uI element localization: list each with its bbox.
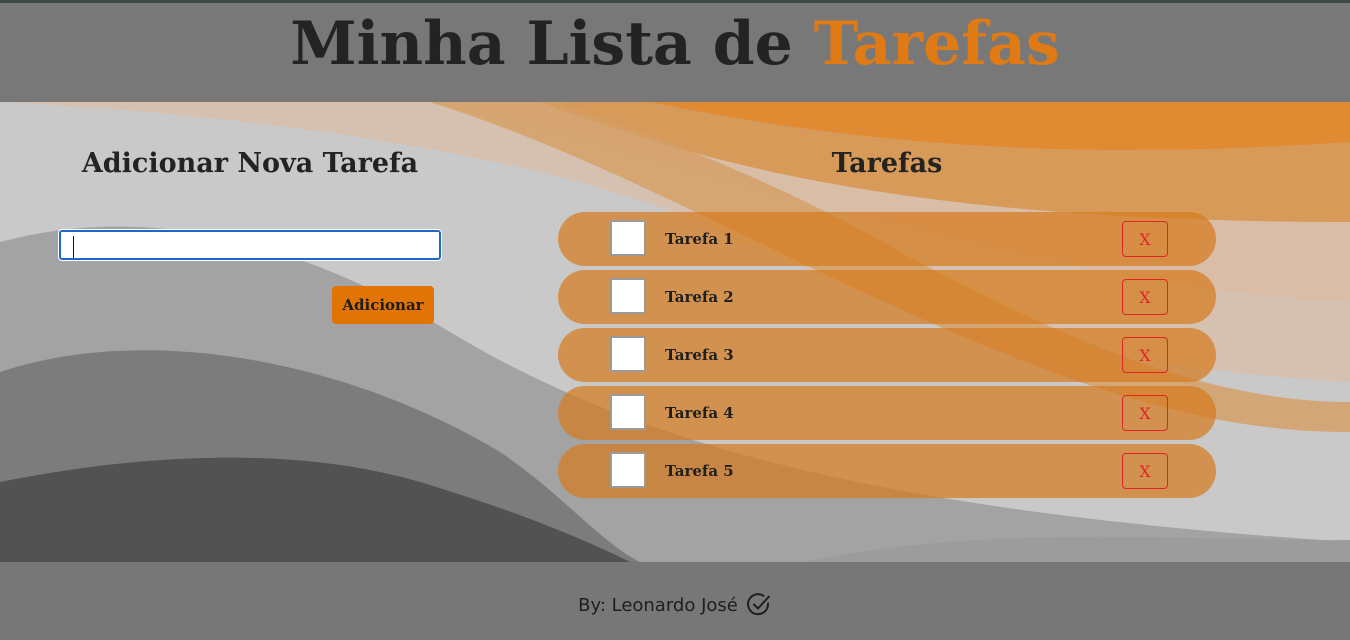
task-label: Tarefa 3 xyxy=(665,346,734,364)
task-checkbox[interactable] xyxy=(610,394,646,430)
task-label: Tarefa 4 xyxy=(665,404,734,422)
task-checkbox[interactable] xyxy=(610,452,646,488)
tasks-heading: Tarefas xyxy=(831,148,943,179)
task-checkbox[interactable] xyxy=(610,278,646,314)
task-checkbox[interactable] xyxy=(610,336,646,372)
delete-task-button[interactable]: X xyxy=(1122,337,1168,373)
page-title: Minha Lista de Tarefas xyxy=(0,6,1350,82)
title-main: Minha Lista de xyxy=(290,9,793,79)
top-border xyxy=(0,0,1350,3)
footer: By: Leonardo José xyxy=(0,562,1350,640)
delete-task-button[interactable]: X xyxy=(1122,221,1168,257)
task-list: Tarefa 1 X Tarefa 2 X Tarefa 3 X Tarefa … xyxy=(558,212,1216,502)
task-item: Tarefa 2 X xyxy=(558,270,1216,324)
add-task-heading: Adicionar Nova Tarefa xyxy=(81,148,419,179)
task-checkbox[interactable] xyxy=(610,220,646,256)
text-caret xyxy=(73,236,74,258)
delete-task-button[interactable]: X xyxy=(1122,279,1168,315)
task-label: Tarefa 2 xyxy=(665,288,734,306)
add-task-button[interactable]: Adicionar xyxy=(332,286,434,324)
check-circle-icon xyxy=(746,593,770,616)
task-item: Tarefa 4 X xyxy=(558,386,1216,440)
task-item: Tarefa 3 X xyxy=(558,328,1216,382)
footer-credit-line: By: Leonardo José xyxy=(0,592,1350,618)
header: Minha Lista de Tarefas xyxy=(0,0,1350,102)
task-item: Tarefa 1 X xyxy=(558,212,1216,266)
footer-credit: By: Leonardo José xyxy=(578,594,738,616)
delete-task-button[interactable]: X xyxy=(1122,453,1168,489)
delete-task-button[interactable]: X xyxy=(1122,395,1168,431)
new-task-input[interactable] xyxy=(58,229,442,261)
title-accent: Tarefas xyxy=(813,9,1060,79)
task-label: Tarefa 1 xyxy=(665,230,734,248)
task-item: Tarefa 5 X xyxy=(558,444,1216,498)
task-label: Tarefa 5 xyxy=(665,462,734,480)
